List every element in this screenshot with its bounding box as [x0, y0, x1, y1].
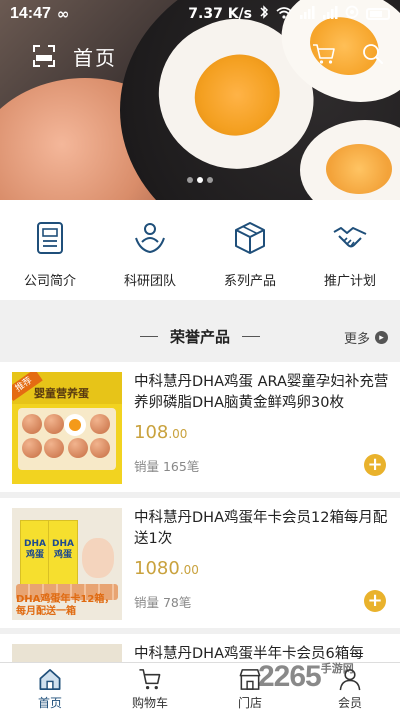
- infinity-icon: ∞: [56, 5, 70, 23]
- status-bar: 14:47 ∞ 7.37 K/s: [0, 0, 400, 28]
- product-image-title: 婴童营养蛋: [34, 387, 89, 400]
- carousel-dot[interactable]: [207, 177, 213, 183]
- cart-icon[interactable]: [312, 43, 336, 69]
- nav-home[interactable]: 首页: [0, 663, 100, 711]
- status-time: 14:47: [10, 5, 51, 22]
- nav-label: 会员: [337, 696, 362, 710]
- product-image-caption: DHA鸡蛋年卡12箱，每月配送一箱: [16, 594, 115, 617]
- box-label: DHA鸡蛋: [52, 539, 74, 560]
- watermark-logo: 2265手游网: [258, 660, 354, 693]
- product-sales: 销量 78笔: [134, 595, 192, 610]
- document-icon: [37, 222, 63, 254]
- signal-icon: [299, 5, 315, 23]
- product-price: 108.00: [134, 422, 188, 443]
- nav-label: 门店: [237, 696, 262, 710]
- battery-icon: [366, 8, 390, 20]
- shortcut-row: 公司简介 科研团队 系列产品 推广计划: [0, 200, 400, 300]
- nav-label: 购物车: [131, 696, 168, 710]
- more-label: 更多: [343, 332, 370, 347]
- section-header: 荣誉产品 更多 ▸: [0, 312, 400, 360]
- search-icon[interactable]: [362, 43, 384, 69]
- handshake-icon: [333, 227, 367, 248]
- shortcut-product-series[interactable]: 系列产品: [200, 200, 300, 300]
- bluetooth-icon: [259, 5, 269, 23]
- sync-icon: [345, 5, 359, 23]
- signal-icon: [322, 5, 338, 23]
- chevron-right-icon: ▸: [375, 331, 388, 344]
- product-image: DHA鸡蛋 DHA鸡蛋 DHA鸡蛋年卡12箱，每月配送一箱: [12, 508, 122, 620]
- shortcut-label: 推广计划: [323, 274, 376, 289]
- more-link[interactable]: 更多 ▸: [344, 328, 388, 347]
- shortcut-label: 系列产品: [223, 274, 276, 289]
- team-icon: [135, 223, 165, 254]
- shortcut-label: 科研团队: [123, 274, 176, 289]
- wifi-icon: [276, 6, 292, 23]
- shortcut-research-team[interactable]: 科研团队: [100, 200, 200, 300]
- product-name[interactable]: 中科慧丹DHA鸡蛋年卡会员12箱每月配送1次: [134, 508, 392, 550]
- scan-icon[interactable]: [33, 45, 55, 67]
- nav-label: 首页: [37, 696, 62, 710]
- banner-carousel[interactable]: 14:47 ∞ 7.37 K/s 首页: [0, 0, 400, 200]
- cart-icon: [139, 669, 161, 690]
- baby-illustration: [82, 538, 114, 578]
- carousel-dot[interactable]: [187, 177, 193, 183]
- shortcut-promotion-plan[interactable]: 推广计划: [300, 200, 400, 300]
- add-to-cart-button[interactable]: +: [364, 454, 386, 476]
- product-sales: 销量 165笔: [134, 459, 200, 474]
- product-name[interactable]: 中科慧丹DHA鸡蛋 ARA婴童孕妇补充营养卵磷脂DHA脑黄金鲜鸡卵30枚: [134, 372, 392, 414]
- shortcut-label: 公司简介: [23, 274, 76, 289]
- product-price: 1080.00: [134, 558, 199, 579]
- product-image: 推荐 婴童营养蛋: [12, 372, 122, 484]
- product-card[interactable]: DHA鸡蛋 DHA鸡蛋 DHA鸡蛋年卡12箱，每月配送一箱 中科慧丹DHA鸡蛋年…: [0, 498, 400, 628]
- divider: [139, 335, 158, 337]
- shortcut-company-intro[interactable]: 公司简介: [0, 200, 100, 300]
- section-title: 荣誉产品: [169, 327, 230, 346]
- page-title: 首页: [73, 45, 117, 70]
- box-label: DHA鸡蛋: [24, 539, 46, 560]
- product-card[interactable]: 推荐 婴童营养蛋 中科慧丹DHA鸡蛋 ARA婴童孕妇补充营养卵磷脂DHA脑黄金鲜…: [0, 362, 400, 492]
- box-icon: [235, 222, 265, 254]
- carousel-indicator: [187, 177, 213, 183]
- add-to-cart-button[interactable]: +: [364, 590, 386, 612]
- nav-cart[interactable]: 购物车: [100, 663, 200, 711]
- carousel-dot[interactable]: [197, 177, 203, 183]
- network-speed: 7.37 K/s: [188, 6, 252, 22]
- home-icon: [39, 669, 61, 690]
- top-bar: 首页: [0, 36, 400, 76]
- divider: [242, 335, 260, 337]
